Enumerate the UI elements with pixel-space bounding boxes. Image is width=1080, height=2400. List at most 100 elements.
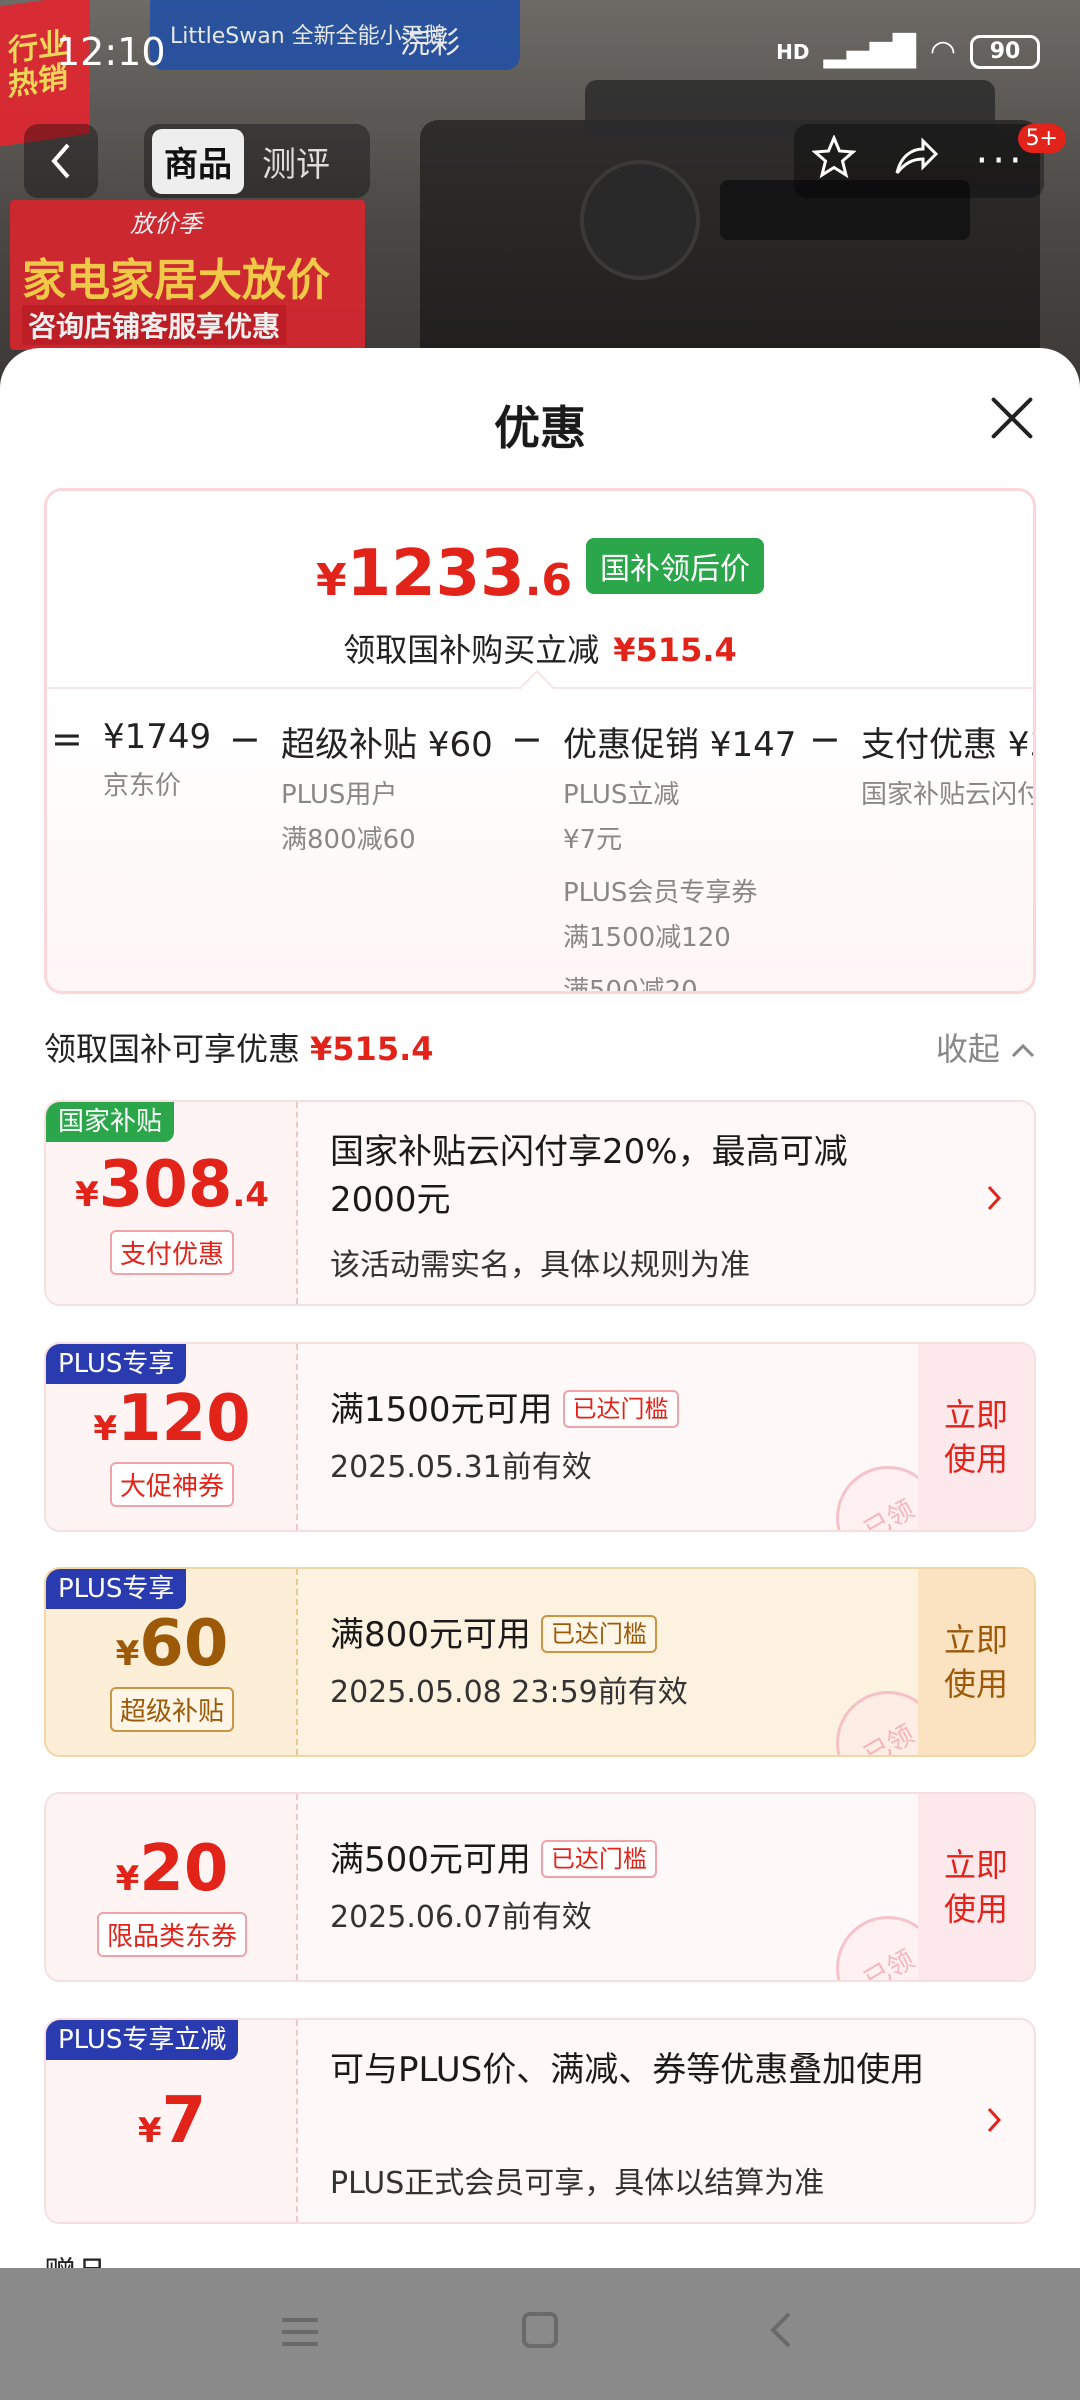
coupon-right: 满500元可用 已达门槛 2025.06.07前有效 已领 立即 使用 (298, 1794, 1034, 1980)
message-count-badge: 5+ (1017, 124, 1066, 153)
status-time: 12:10 (56, 30, 166, 74)
coupon-main: 满500元可用 已达门槛 (330, 1836, 657, 1884)
coupon-category-20: ¥20 限品类东券 满500元可用 已达门槛 2025.06.07前有效 已领 立… (44, 1792, 1036, 1982)
breakdown-item-jd-price: ¥1749 京东价 (103, 717, 211, 802)
summary-notch (520, 670, 554, 704)
coupon-sub-text: 2025.05.31前有效 (330, 1450, 592, 1485)
tab-product[interactable]: 商品 (152, 128, 244, 194)
breakdown-op: − (511, 717, 543, 761)
coupon-yen: ¥ (115, 1859, 140, 1899)
back-icon[interactable] (740, 2306, 820, 2362)
use-now-button[interactable]: 立即 使用 (918, 1794, 1034, 1980)
coupon-main: 满1500元可用 已达门槛 (330, 1386, 679, 1434)
coupon-yen: ¥ (75, 1175, 99, 1215)
coupon-national-subsidy[interactable]: 国家补贴 ¥308.4 支付优惠 国家补贴云闪付享20%，最高可减2000元 该… (44, 1100, 1036, 1306)
menu-icon[interactable] (260, 2306, 340, 2362)
coupon-main-text: 满800元可用 (330, 1615, 531, 1655)
promo-banner-main: 家电家居大放价 (22, 255, 330, 306)
battery-icon: 90 (970, 34, 1040, 69)
breakdown-line: PLUS立减 (563, 780, 680, 810)
breakdown-head: ¥1749 (103, 717, 212, 757)
coupon-label: 支付优惠 (46, 1230, 298, 1275)
section-title: 领取国补可享优惠 ¥515.4 (44, 1024, 1036, 1070)
close-icon[interactable] (984, 390, 1040, 446)
coupon-right: 国家补贴云闪付享20%，最高可减2000元 该活动需实名，具体以规则为准 (298, 1102, 1034, 1304)
breakdown-head: 支付优惠 ¥3 (861, 725, 1036, 765)
share-icon (895, 136, 939, 174)
breakdown-line: 京东价 (103, 771, 182, 801)
share-button[interactable] (893, 136, 939, 186)
gift-section-title: 赠品 (44, 2248, 108, 2268)
breakdown-item-promotion: 优惠促销 ¥147 PLUS立减 ¥7元 PLUS会员专享券 满1500减120… (563, 717, 796, 994)
machine-door (580, 160, 700, 280)
network-label: HD (776, 39, 810, 64)
coupon-amount-int: 20 (139, 1832, 229, 1906)
coupon-sub-text: PLUS正式会员可享，具体以结算为准 (330, 2166, 825, 2201)
threshold-pill: 已达门槛 (540, 1615, 657, 1653)
breakdown-op: − (229, 717, 261, 761)
favorite-button[interactable] (811, 133, 858, 188)
coupon-yen: ¥ (115, 1634, 140, 1674)
product-tabs: 商品 测评 (144, 124, 370, 198)
breakdown-op: − (809, 717, 841, 761)
more-button[interactable]: ··· (976, 138, 1026, 184)
chevron-left-icon (51, 143, 70, 179)
discount-sheet: 优惠 ¥1233.6 国补领后价 领取国补购买立减 ¥515.4 = ¥1749 … (0, 348, 1080, 2268)
breakdown-line: 满500减20 (563, 976, 698, 994)
final-price-symbol: ¥ (315, 555, 347, 606)
final-price: ¥1233.6 (316, 537, 572, 611)
threshold-pill: 已达门槛 (540, 1840, 657, 1878)
coupon-main-text: 满1500元可用 (330, 1390, 553, 1430)
breakdown-op: = (51, 717, 83, 761)
coupon-main-text: 国家补贴云闪付享20%，最高可减2000元 (330, 1132, 848, 1220)
home-icon[interactable] (500, 2306, 580, 2362)
coupon-badge: PLUS专享 (46, 1569, 187, 1609)
coupon-yen: ¥ (93, 1409, 118, 1449)
coupon-sub-text: 2025.05.08 23:59前有效 (330, 1675, 688, 1710)
coupon-amount: ¥120 (46, 1382, 298, 1456)
coupon-amount: ¥60 (46, 1607, 298, 1681)
coupon-left: PLUS专享立减 ¥7 (46, 2020, 298, 2222)
back-button[interactable] (24, 124, 98, 198)
nav-actions: ··· (794, 124, 1044, 198)
tab-review[interactable]: 测评 (250, 129, 342, 194)
coupon-badge: 国家补贴 (46, 1102, 175, 1142)
price-summary-card: ¥1233.6 国补领后价 领取国补购买立减 ¥515.4 = ¥1749 京东价… (44, 488, 1036, 994)
status-bar: 12:10 HD ▂▄▆█ ◠ 90 (0, 0, 1080, 100)
more-icon: ··· (975, 138, 1026, 184)
coupon-label: 大促神券 (46, 1462, 298, 1507)
coupon-amount-int: 60 (139, 1607, 229, 1681)
coupon-right: 满800元可用 已达门槛 2025.05.08 23:59前有效 已领 立即 使用 (298, 1569, 1034, 1755)
breakdown-line: 满1500减120 (563, 923, 731, 953)
chevron-right-icon[interactable] (984, 1182, 1004, 1222)
sheet-title: 优惠 (494, 401, 586, 455)
coupon-amount: ¥20 (46, 1832, 298, 1906)
coupon-label: 超级补贴 (46, 1687, 298, 1732)
coupon-amount: ¥308.4 (46, 1148, 298, 1222)
final-price-row: ¥1233.6 国补领后价 (47, 537, 1033, 611)
chevron-right-icon[interactable] (984, 2104, 1004, 2144)
coupon-left: PLUS专享 ¥60 超级补贴 (46, 1569, 298, 1755)
promo-banner-sub: 咨询店铺客服享优惠 (22, 305, 287, 345)
coupon-label-text: 超级补贴 (109, 1687, 234, 1732)
collapse-label: 收起 (935, 1030, 1000, 1068)
promo-banner: 放价季 家电家居大放价 咨询店铺客服享优惠 (10, 200, 365, 350)
coupon-label-text: 大促神券 (109, 1462, 234, 1507)
use-now-button[interactable]: 立即 使用 (918, 1344, 1034, 1530)
coupon-amount-int: 308 (98, 1148, 233, 1222)
coupon-sub-text: 2025.06.07前有效 (330, 1900, 592, 1935)
breakdown-head: 超级补贴 ¥60 (281, 725, 493, 765)
system-nav-bar (0, 2268, 1080, 2400)
coupon-plus-instant[interactable]: PLUS专享立减 ¥7 可与PLUS价、满减、券等优惠叠加使用 PLUS正式会员… (44, 2018, 1036, 2224)
use-now-button[interactable]: 立即 使用 (918, 1569, 1034, 1755)
collapse-button[interactable]: 收起 (936, 1024, 1036, 1070)
coupon-badge: PLUS专享立减 (46, 2020, 239, 2060)
breakdown-item-payment: 支付优惠 ¥3 国家补贴云闪付 (861, 717, 1036, 811)
coupon-right: 满1500元可用 已达门槛 2025.05.31前有效 已领 立即 使用 (298, 1344, 1034, 1530)
status-icons: HD ▂▄▆█ ◠ 90 (776, 34, 1040, 69)
breakdown-item-super-subsidy: 超级补贴 ¥60 PLUS用户 满800减60 (281, 717, 493, 856)
coupon-label: 限品类东券 (46, 1912, 298, 1957)
coupon-left: PLUS专享 ¥120 大促神券 (46, 1344, 298, 1530)
coupon-main: 满800元可用 已达门槛 (330, 1611, 657, 1659)
coupon-plus-60: PLUS专享 ¥60 超级补贴 满800元可用 已达门槛 2025.05.08 2… (44, 1567, 1036, 1757)
